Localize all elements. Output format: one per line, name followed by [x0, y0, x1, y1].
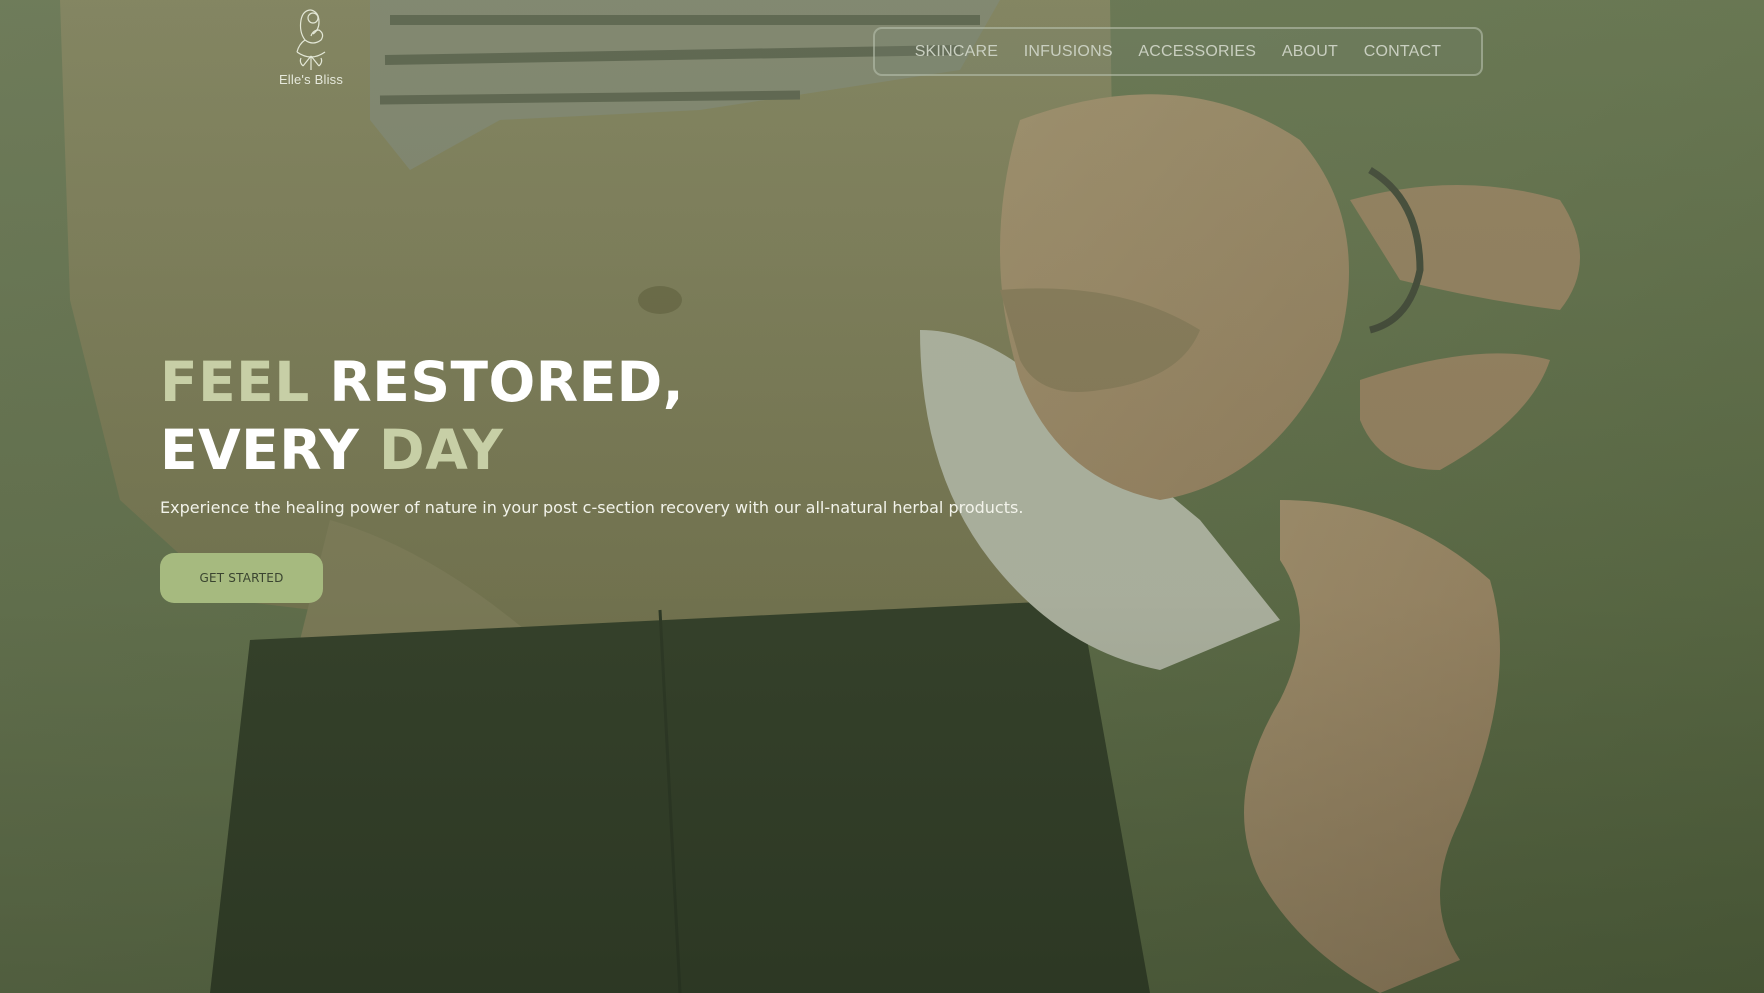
hero-section: Elle's Bliss SKINCARE INFUSIONS ACCESSOR…	[0, 0, 1764, 993]
brand-name: Elle's Bliss	[278, 72, 344, 87]
headline-word-feel: FEEL	[160, 350, 310, 414]
main-navigation: SKINCARE INFUSIONS ACCESSORIES ABOUT CON…	[873, 27, 1483, 76]
get-started-button[interactable]: GET STARTED	[160, 553, 323, 603]
nav-item-contact[interactable]: CONTACT	[1364, 43, 1442, 61]
nav-item-infusions[interactable]: INFUSIONS	[1024, 43, 1113, 61]
nav-item-skincare[interactable]: SKINCARE	[915, 43, 998, 61]
brand-logo[interactable]: Elle's Bliss	[275, 6, 347, 92]
hero-subtitle: Experience the healing power of nature i…	[160, 498, 1024, 517]
headline-word-every: EVERY	[160, 418, 360, 482]
nav-item-about[interactable]: ABOUT	[1282, 43, 1338, 61]
nav-item-accessories[interactable]: ACCESSORIES	[1138, 43, 1256, 61]
headline-word-restored: RESTORED,	[329, 350, 685, 414]
green-overlay	[0, 0, 1764, 993]
headline-word-day: DAY	[379, 418, 504, 482]
mother-and-baby-leaf-emblem-icon	[296, 9, 326, 70]
hero-headline: FEEL RESTORED, EVERY DAY	[160, 348, 684, 484]
